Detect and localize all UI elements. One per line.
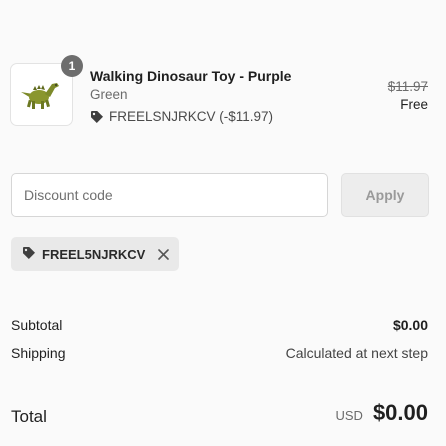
product-discount-text: FREELSNJRKCV (-$11.97)	[109, 109, 274, 124]
quantity-badge: 1	[61, 55, 83, 77]
close-icon[interactable]	[157, 248, 169, 260]
subtotal-label: Subtotal	[11, 317, 63, 333]
product-variant: Green	[90, 87, 128, 102]
product-title: Walking Dinosaur Toy - Purple	[90, 68, 292, 84]
apply-discount-button[interactable]: Apply	[341, 173, 429, 217]
total-amount: USD $0.00	[335, 400, 428, 426]
applied-discount-chip: FREEL5NJRKCV	[11, 237, 180, 271]
total-value: $0.00	[372, 400, 428, 425]
subtotal-value: $0.00	[392, 317, 428, 333]
currency-code: USD	[335, 408, 363, 423]
discount-code-input[interactable]	[11, 173, 328, 217]
total-label: Total	[11, 407, 47, 426]
applied-discount-code: FREEL5NJRKCV	[42, 246, 146, 262]
shipping-label: Shipping	[11, 345, 66, 361]
tag-icon	[90, 110, 104, 124]
tag-icon	[22, 246, 36, 263]
shipping-value: Calculated at next step	[285, 345, 428, 361]
original-price: $11.97	[387, 79, 428, 94]
product-discount-line: FREELSNJRKCV (-$11.97)	[90, 109, 273, 124]
dinosaur-toy-icon	[21, 83, 59, 109]
final-price: Free	[400, 97, 428, 112]
